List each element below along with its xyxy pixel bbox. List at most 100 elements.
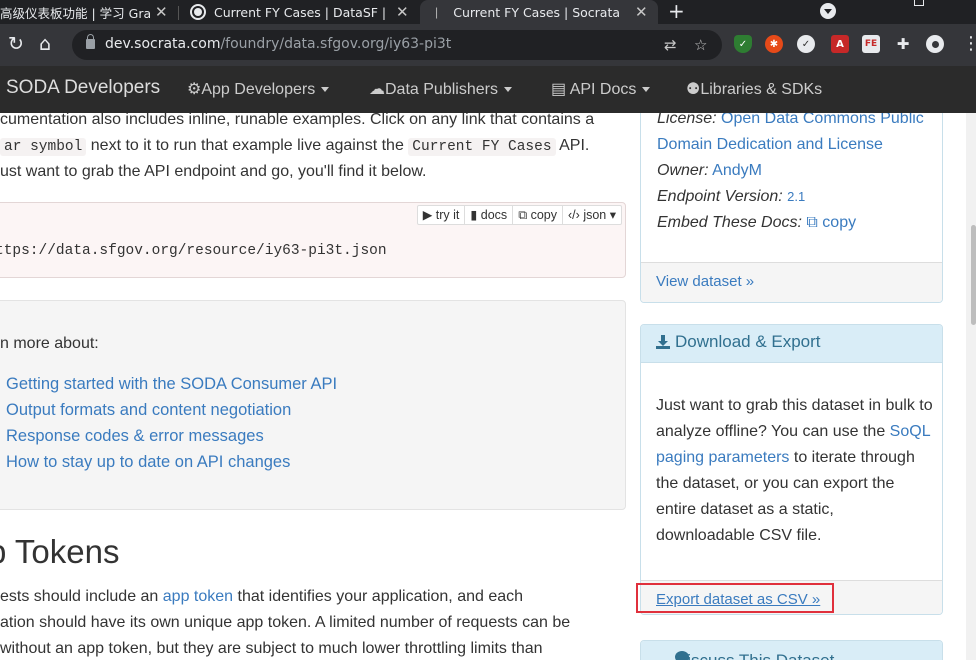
nav-data-publishers[interactable]: ☁Data Publishers: [369, 79, 512, 99]
caret-down-icon: [321, 87, 330, 93]
app-token-link[interactable]: app token: [163, 588, 233, 605]
close-icon[interactable]: ✕: [396, 3, 409, 21]
embed-docs-row: Embed These Docs: ⧉ copy: [657, 214, 857, 231]
book-icon: ▮: [470, 208, 478, 222]
intro-line-1: cumentation also includes inline, runabl…: [0, 113, 595, 128]
new-tab-button[interactable]: +: [668, 0, 685, 22]
copy-icon: ⧉: [518, 208, 528, 222]
license-link[interactable]: Open Data Commons Public: [721, 113, 924, 127]
download-icon: [656, 335, 670, 349]
tab-title: Current FY Cases | Socrata API: [453, 4, 623, 20]
robot-icon: ⚉: [686, 81, 701, 98]
shield-extension-icon[interactable]: ✓: [734, 35, 752, 53]
intro-line-3: ust want to grab the API endpoint and go…: [0, 163, 427, 180]
owner-row: Owner: AndyM: [657, 162, 762, 179]
url-text[interactable]: dev.socrata.com/foundry/data.sfgov.org/i…: [105, 36, 451, 52]
panel-header: Download & Export: [641, 325, 942, 363]
browser-toolbar: ↻ ⌂ dev.socrata.com/foundry/data.sfgov.o…: [0, 24, 976, 66]
tokens-paragraph-line-1: ests should include an app token that id…: [0, 588, 524, 605]
browser-tab-socrata-active[interactable]: ❘ Current FY Cases | Socrata API ✕: [420, 0, 658, 24]
intro-line-2: ar symbol next to it to run that example…: [0, 136, 589, 157]
browser-tab-strip: 高级仪表板功能 | 学习 Grafana ✕ Current FY Cases …: [0, 0, 976, 24]
export-csv-link[interactable]: Export dataset as CSV »: [636, 583, 834, 613]
learn-link-output-formats[interactable]: Output formats and content negotiation: [6, 401, 291, 420]
docs-button[interactable]: ▮ docs: [464, 206, 512, 224]
home-icon[interactable]: ⌂: [39, 34, 51, 54]
play-icon: ▶: [422, 208, 433, 222]
nav-api-docs[interactable]: ▤ API Docs: [551, 79, 651, 99]
inline-code: Current FY Cases: [408, 138, 556, 156]
panel-header: Discuss This Dataset: [641, 641, 942, 660]
reload-icon[interactable]: ↻: [8, 34, 24, 54]
leaf-icon: ❘: [432, 5, 442, 19]
page-scrollbar[interactable]: [966, 113, 976, 660]
endpoint-version-row: Endpoint Version: 2.1: [657, 188, 806, 205]
check-extension-icon[interactable]: ✓: [797, 35, 815, 53]
tokens-paragraph-line-2: ation should have its own unique app tok…: [0, 614, 571, 631]
page-content: cumentation also includes inline, runabl…: [0, 113, 976, 660]
site-navbar: SODA Developers ⚙App Developers ☁Data Pu…: [0, 66, 976, 113]
app-tokens-heading: p Tokens: [0, 533, 120, 570]
download-export-panel: Download & Export Just want to grab this…: [640, 324, 943, 615]
gears-icon: ⚙: [187, 81, 202, 98]
copy-icon: ⧉: [806, 214, 818, 231]
pdf-extension-icon[interactable]: A: [831, 35, 849, 53]
globe-icon: [190, 4, 206, 20]
translate-icon[interactable]: ⇄: [664, 36, 677, 54]
nav-label: Data Publishers: [385, 81, 498, 98]
export-csv-label[interactable]: Export dataset as CSV »: [656, 591, 820, 608]
api-endpoint-box: ▶ try it ▮ docs ⧉ copy ‹/› json ▾ ttps:/…: [0, 202, 626, 278]
endpoint-toolbar: ▶ try it ▮ docs ⧉ copy ‹/› json ▾: [416, 205, 622, 225]
star-icon[interactable]: ☆: [694, 36, 707, 54]
endpoint-url[interactable]: ttps://data.sfgov.org/resource/iy63-pi3t…: [0, 243, 387, 259]
book-icon: ▤: [551, 81, 567, 98]
format-dropdown[interactable]: ‹/› json ▾: [562, 206, 621, 224]
tab-separator: [178, 6, 179, 20]
panel-footer: View dataset »: [641, 262, 942, 302]
nav-label: API Docs: [569, 81, 637, 98]
nav-libraries-sdks[interactable]: ⚉Libraries & SDKs: [686, 79, 822, 99]
license-row: License: Open Data Commons Public: [657, 113, 924, 128]
nav-app-developers[interactable]: ⚙App Developers: [187, 79, 330, 99]
close-icon[interactable]: ✕: [635, 3, 648, 21]
lock-icon[interactable]: [86, 34, 95, 49]
close-icon[interactable]: ✕: [155, 3, 168, 21]
tab-title: Current FY Cases | DataSF | City: [214, 4, 389, 20]
window-minimize-icon[interactable]: [914, 0, 924, 6]
menu-icon[interactable]: ⋮: [962, 34, 976, 54]
inline-code: ar symbol: [0, 138, 87, 156]
scrollbar-thumb[interactable]: [971, 225, 976, 325]
download-description: Just want to grab this dataset in bulk t…: [656, 397, 933, 544]
learn-link-response-codes[interactable]: Response codes & error messages: [6, 427, 264, 446]
fe-extension-icon[interactable]: FE: [862, 35, 880, 53]
nav-label: App Developers: [201, 81, 316, 98]
dataset-info-panel: License: Open Data Commons Public Domain…: [640, 113, 943, 303]
endpoint-version-link[interactable]: 2.1: [787, 189, 805, 204]
profile-avatar-icon[interactable]: [926, 35, 944, 53]
code-icon: ‹/›: [568, 208, 580, 222]
panel-title: Download & Export: [675, 332, 821, 351]
cloud-upload-icon: ☁: [369, 81, 385, 98]
puzzle-icon[interactable]: ✚: [894, 35, 912, 53]
caret-down-icon: [503, 87, 512, 93]
learn-link-getting-started[interactable]: Getting started with the SODA Consumer A…: [6, 375, 337, 394]
discuss-panel: Discuss This Dataset: [640, 640, 943, 660]
license-row-cont: Domain Dedication and License: [657, 136, 883, 154]
learn-link-api-changes[interactable]: How to stay up to date on API changes: [6, 453, 290, 472]
gear-extension-icon[interactable]: ✱: [765, 35, 783, 53]
brand-logo-text[interactable]: SODA Developers: [6, 77, 160, 99]
try-it-button[interactable]: ▶ try it: [418, 206, 465, 224]
owner-link[interactable]: AndyM: [712, 162, 762, 179]
copy-button[interactable]: ⧉ copy: [512, 206, 562, 224]
view-dataset-link[interactable]: View dataset »: [656, 273, 754, 290]
browser-tab-datasf[interactable]: Current FY Cases | DataSF | City ✕: [180, 0, 416, 24]
learn-more-heading: n more about:: [0, 335, 99, 352]
tokens-paragraph-line-3: without an app token, but they are subje…: [0, 640, 543, 657]
caret-down-icon: [642, 87, 651, 93]
license-link[interactable]: Domain Dedication and License: [657, 136, 883, 153]
tab-search-icon[interactable]: [820, 3, 836, 19]
embed-copy-link[interactable]: ⧉ copy: [806, 214, 856, 231]
panel-title: Discuss This Dataset: [675, 651, 834, 660]
browser-tab-grafana[interactable]: 高级仪表板功能 | 学习 Grafana ✕: [0, 0, 178, 24]
address-bar[interactable]: dev.socrata.com/foundry/data.sfgov.org/i…: [72, 30, 722, 60]
